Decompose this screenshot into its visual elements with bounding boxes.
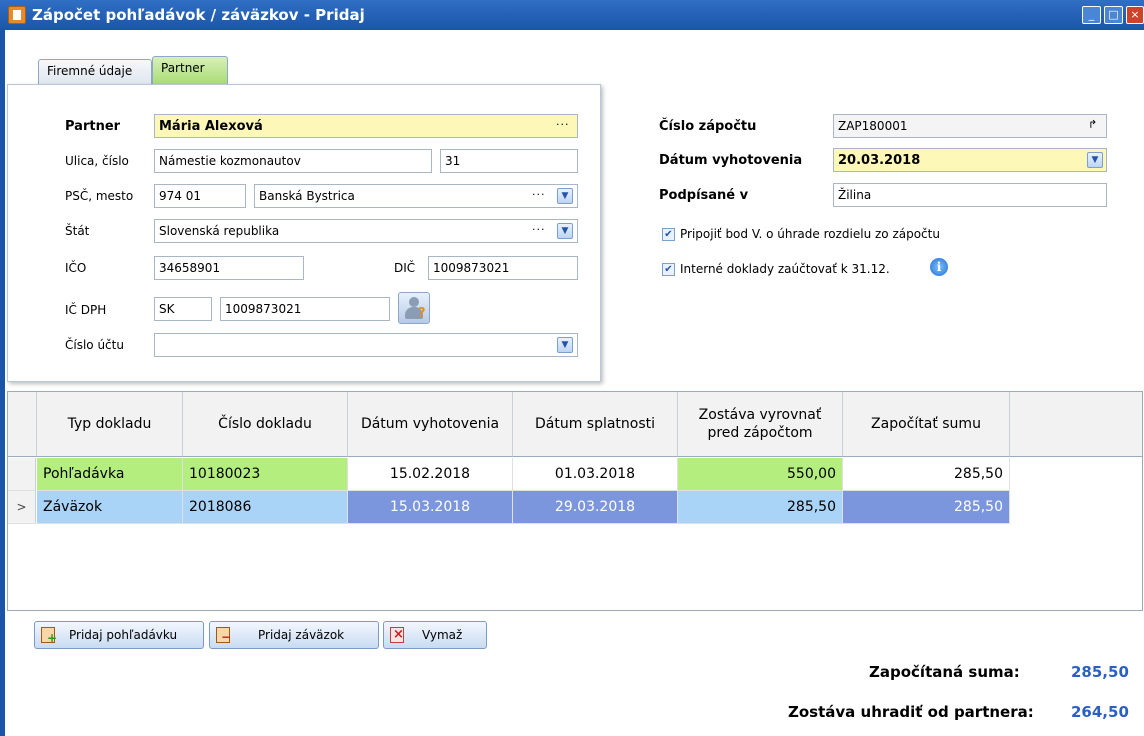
issue-date-field[interactable]: 20.03.2018 bbox=[833, 148, 1107, 172]
table-cell[interactable]: 15.03.2018 bbox=[348, 491, 513, 524]
zip-field[interactable]: 974 01 bbox=[154, 184, 246, 208]
table-cell[interactable]: 285,50 bbox=[678, 491, 843, 524]
offset-total-value: 285,50 bbox=[1071, 663, 1129, 681]
table-cell[interactable]: 01.03.2018 bbox=[513, 458, 678, 491]
street-number-field[interactable]: 31 bbox=[440, 149, 578, 173]
app-icon bbox=[8, 6, 26, 24]
documents-grid: Typ dokladu Číslo dokladu Dátum vyhotove… bbox=[7, 391, 1143, 611]
column-header[interactable]: Číslo dokladu bbox=[183, 392, 348, 457]
remove-document-icon bbox=[216, 627, 231, 644]
column-header[interactable]: Dátum splatnosti bbox=[513, 392, 678, 457]
signed-in-field[interactable]: Žilina bbox=[833, 183, 1107, 207]
offset-number-label: Číslo zápočtu bbox=[659, 119, 757, 134]
ico-label: IČO bbox=[65, 261, 87, 275]
table-cell[interactable]: Záväzok bbox=[37, 491, 183, 524]
dic-label: DIČ bbox=[394, 261, 416, 275]
offset-number-field[interactable]: ZAP180001 bbox=[833, 114, 1107, 138]
info-icon[interactable]: i bbox=[930, 258, 948, 276]
grid-corner bbox=[8, 392, 37, 457]
country-label: Štát bbox=[65, 224, 90, 238]
ellipsis-icon[interactable]: ··· bbox=[532, 188, 546, 201]
icdph-field[interactable]: 1009873021 bbox=[220, 297, 390, 321]
icdph-label: IČ DPH bbox=[65, 303, 107, 317]
signed-in-label: Podpísané v bbox=[659, 188, 749, 203]
close-button[interactable]: × bbox=[1126, 6, 1144, 24]
arrow-icon[interactable]: ↱ bbox=[1088, 118, 1097, 131]
ico-field[interactable]: 34658901 bbox=[154, 256, 304, 280]
window-frame bbox=[0, 30, 5, 736]
internal-docs-label: Interné doklady zaúčtovať k 31.12. bbox=[680, 262, 890, 276]
account-field[interactable] bbox=[154, 333, 578, 357]
table-cell[interactable]: Pohľadávka bbox=[37, 458, 183, 491]
column-header-filler bbox=[1010, 392, 1142, 457]
delete-button[interactable]: Vymaž bbox=[383, 621, 487, 649]
country-field[interactable]: Slovenská republika bbox=[154, 219, 578, 243]
tab-partner[interactable]: Partner bbox=[152, 56, 228, 85]
remaining-total-label: Zostáva uhradiť od partnera: bbox=[788, 703, 1034, 721]
row-indicator[interactable] bbox=[8, 458, 36, 491]
row-indicator[interactable]: > bbox=[8, 491, 36, 524]
issue-date-label: Dátum vyhotovenia bbox=[659, 153, 803, 168]
column-header[interactable]: Typ dokladu bbox=[37, 392, 183, 457]
delete-icon bbox=[390, 627, 404, 643]
city-field[interactable]: Banská Bystrica bbox=[254, 184, 578, 208]
chevron-down-icon[interactable]: ▼ bbox=[557, 337, 573, 353]
table-cell[interactable]: 10180023 bbox=[183, 458, 348, 491]
partner-field[interactable]: Mária Alexová bbox=[154, 114, 578, 138]
icdph-prefix-field[interactable]: SK bbox=[154, 297, 212, 321]
maximize-button[interactable]: □ bbox=[1104, 6, 1123, 24]
ellipsis-icon[interactable]: ··· bbox=[532, 223, 546, 236]
street-label: Ulica, číslo bbox=[65, 154, 129, 168]
ellipsis-icon[interactable]: ··· bbox=[556, 118, 570, 131]
column-header[interactable]: Započítať sumu bbox=[843, 392, 1010, 457]
question-icon: ? bbox=[418, 306, 426, 321]
internal-docs-checkbox[interactable]: ✔ bbox=[662, 263, 675, 276]
attach-point-label: Pripojiť bod V. o úhrade rozdielu zo záp… bbox=[680, 227, 940, 241]
city-label: PSČ, mesto bbox=[65, 189, 134, 203]
minimize-button[interactable]: _ bbox=[1082, 6, 1101, 24]
dic-field[interactable]: 1009873021 bbox=[428, 256, 578, 280]
attach-point-checkbox[interactable]: ✔ bbox=[662, 228, 675, 241]
window-title: Zápočet pohľadávok / záväzkov - Pridaj bbox=[32, 6, 365, 24]
column-header[interactable]: Zostáva vyrovnať pred zápočtom bbox=[678, 392, 843, 457]
title-bar: Zápočet pohľadávok / záväzkov - Pridaj _… bbox=[0, 0, 1144, 30]
street-field[interactable]: Námestie kozmonautov bbox=[154, 149, 432, 173]
table-cell[interactable]: 285,50 bbox=[843, 491, 1010, 524]
chevron-down-icon[interactable]: ▼ bbox=[557, 223, 573, 239]
table-cell[interactable]: 285,50 bbox=[843, 458, 1010, 491]
tab-company-data[interactable]: Firemné údaje bbox=[38, 59, 152, 84]
account-label: Číslo účtu bbox=[65, 338, 124, 352]
partner-label: Partner bbox=[65, 119, 121, 134]
add-liability-button[interactable]: Pridaj záväzok bbox=[209, 621, 379, 649]
chevron-down-icon[interactable]: ▼ bbox=[557, 188, 573, 204]
partner-panel: Partner Mária Alexová ··· Ulica, číslo N… bbox=[7, 84, 601, 382]
offset-total-label: Započítaná suma: bbox=[869, 663, 1020, 681]
table-cell[interactable]: 29.03.2018 bbox=[513, 491, 678, 524]
column-header[interactable]: Dátum vyhotovenia bbox=[348, 392, 513, 457]
table-cell[interactable]: 2018086 bbox=[183, 491, 348, 524]
table-cell[interactable]: 550,00 bbox=[678, 458, 843, 491]
add-document-icon bbox=[41, 627, 57, 645]
partner-lookup-button[interactable]: ? bbox=[398, 292, 430, 324]
remaining-total-value: 264,50 bbox=[1071, 703, 1129, 721]
add-receivable-button[interactable]: Pridaj pohľadávku bbox=[34, 621, 204, 649]
table-cell[interactable]: 15.02.2018 bbox=[348, 458, 513, 491]
chevron-down-icon[interactable]: ▼ bbox=[1087, 152, 1103, 168]
